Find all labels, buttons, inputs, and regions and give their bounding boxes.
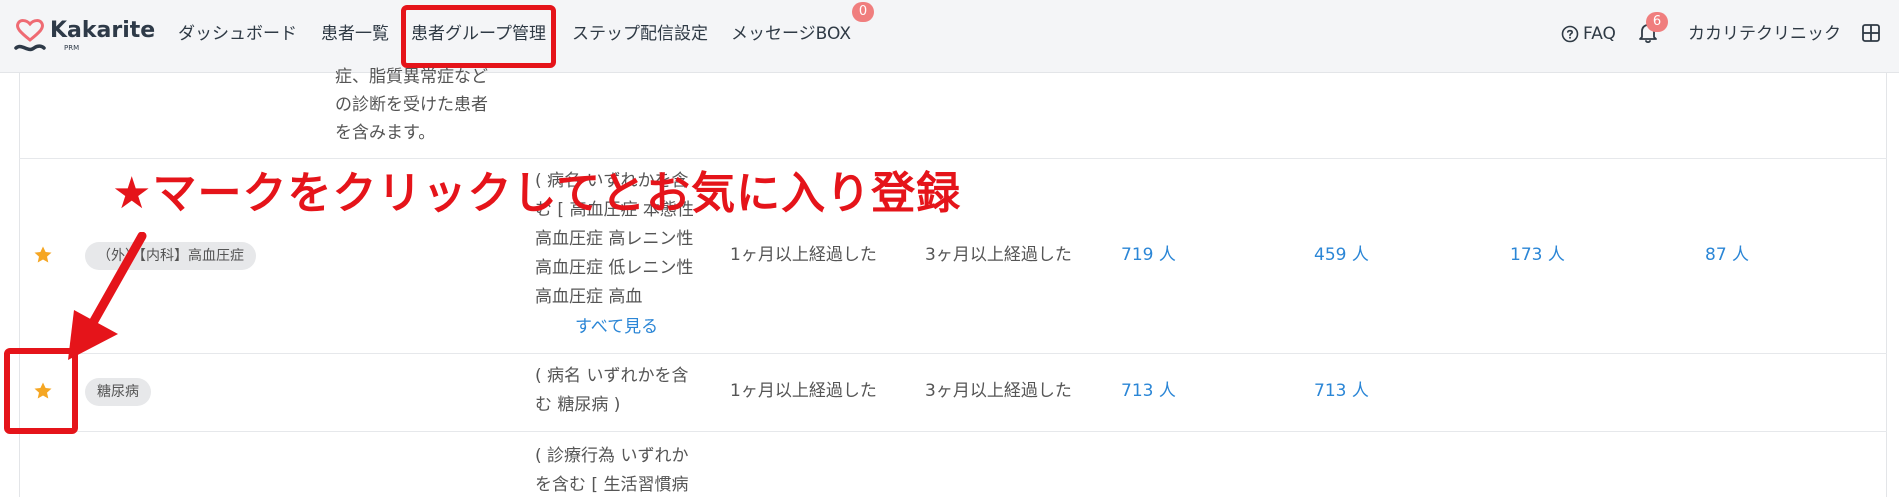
- row-divider: [19, 353, 1887, 354]
- star-highlight-box: [4, 348, 78, 434]
- group-description-line: の診断を受けた患者: [335, 95, 488, 115]
- app-grid-button[interactable]: [1862, 24, 1880, 42]
- message-count-badge: 0: [852, 2, 874, 22]
- elapsed-1month: 1ヶ月以上経過した: [730, 245, 877, 265]
- condition-line: ( 診療行為 いずれか: [535, 446, 689, 466]
- see-all-link[interactable]: すべて見る: [575, 315, 658, 339]
- condition-line: 高血圧症 高レニン性: [535, 229, 694, 249]
- condition-line: ( 病名 いずれかを含: [535, 366, 689, 386]
- patient-count-link[interactable]: 719 人: [1121, 243, 1176, 267]
- brand-sub: PRM: [64, 44, 80, 52]
- grid-icon: [1862, 24, 1880, 42]
- nav-highlight-box: [401, 5, 556, 68]
- condition-line: む 糖尿病 ): [535, 395, 621, 415]
- group-name-tag[interactable]: 糖尿病: [85, 378, 151, 406]
- group-description-line: を含みます。: [335, 123, 436, 143]
- heart-logo-icon: [14, 18, 46, 54]
- group-description-line: 症、脂質異常症など: [335, 67, 488, 87]
- patient-count-link[interactable]: 87 人: [1705, 243, 1749, 267]
- row-divider: [19, 431, 1887, 432]
- nav-step-delivery[interactable]: ステップ配信設定: [572, 22, 708, 46]
- faq-label: FAQ: [1583, 24, 1616, 44]
- annotation-arrow-icon: [68, 232, 147, 360]
- notification-count-badge: 6: [1646, 12, 1668, 32]
- help-circle-icon: [1561, 25, 1579, 43]
- nav-patient-list[interactable]: 患者一覧: [321, 22, 389, 46]
- patient-count-link[interactable]: 459 人: [1314, 243, 1369, 267]
- faq-link[interactable]: FAQ: [1561, 22, 1616, 46]
- nav-dashboard[interactable]: ダッシュボード: [178, 22, 297, 46]
- row-divider: [19, 158, 1887, 159]
- brand-logo[interactable]: Kakarite PRM: [14, 18, 155, 58]
- condition-line: 高血圧症 高血: [535, 287, 643, 307]
- patient-group-table: [19, 73, 1887, 497]
- top-nav: Kakarite PRM ダッシュボード 患者一覧 患者グループ管理 ステップ配…: [0, 0, 1899, 73]
- clinic-name[interactable]: カカリテクリニック: [1688, 22, 1841, 46]
- patient-count-link[interactable]: 713 人: [1121, 379, 1176, 403]
- elapsed-3month: 3ヶ月以上経過した: [925, 381, 1072, 401]
- patient-count-link[interactable]: 173 人: [1510, 243, 1565, 267]
- elapsed-3month: 3ヶ月以上経過した: [925, 245, 1072, 265]
- annotation-callout-text: ★マークをクリックしてとお気に入り登録: [112, 168, 962, 219]
- brand-name: Kakarite: [50, 18, 156, 43]
- condition-line: を含む [ 生活習慣病: [535, 475, 689, 495]
- patient-count-link[interactable]: 713 人: [1314, 379, 1369, 403]
- favorite-star-icon[interactable]: [33, 245, 53, 265]
- elapsed-1month: 1ヶ月以上経過した: [730, 381, 877, 401]
- nav-message-box[interactable]: メッセージBOX: [731, 22, 851, 46]
- condition-line: 高血圧症 低レニン性: [535, 258, 694, 278]
